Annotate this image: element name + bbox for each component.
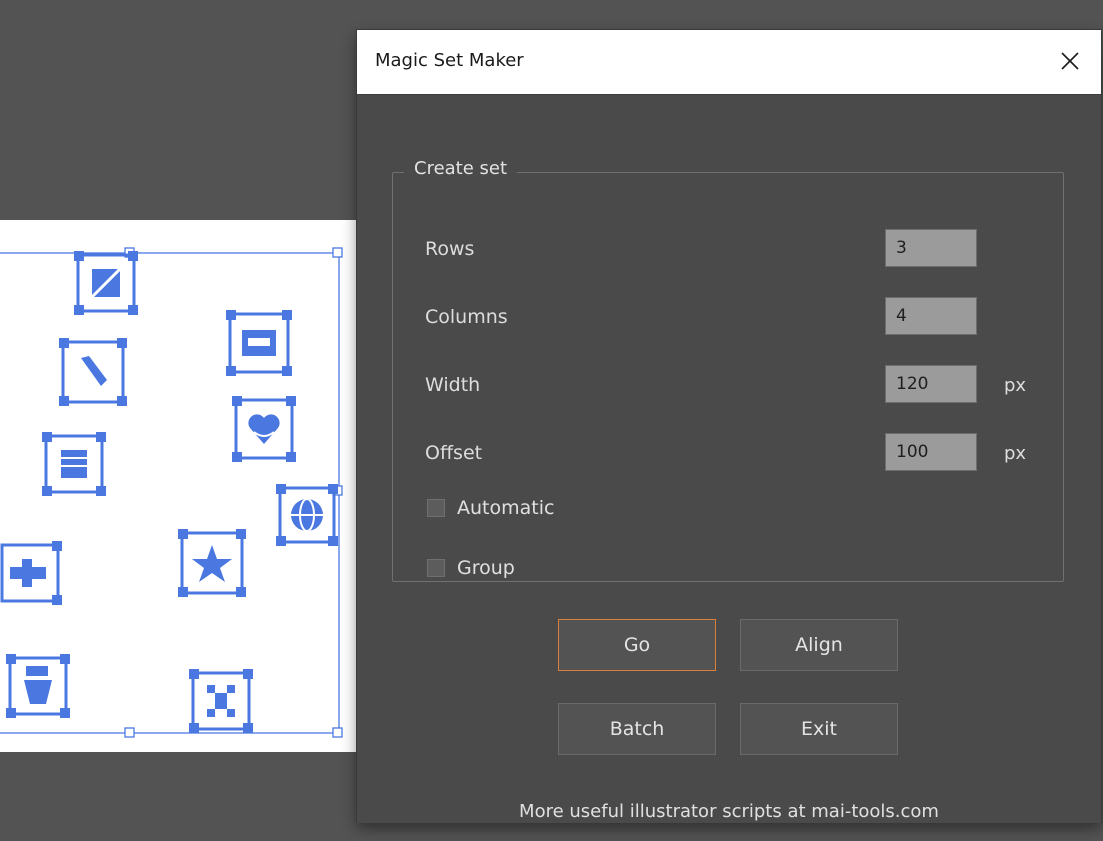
tools-icon: [59, 338, 127, 406]
robot-icon: [6, 654, 70, 718]
columns-label: Columns: [425, 306, 508, 328]
exit-button[interactable]: Exit: [740, 703, 898, 755]
offset-input[interactable]: [885, 433, 977, 471]
drone-icon: [189, 669, 253, 733]
star-icon: [178, 529, 246, 597]
close-button[interactable]: [1051, 42, 1089, 80]
offset-label: Offset: [425, 442, 483, 464]
heart-icon: [232, 396, 296, 462]
dialog-content: Create set Rows Columns Width px Offset …: [357, 94, 1101, 823]
width-unit: px: [1004, 375, 1027, 396]
group-checkbox-box[interactable]: [427, 559, 445, 577]
rows-input[interactable]: [885, 229, 977, 267]
x-box-icon: [74, 251, 138, 315]
automatic-checkbox-label: Automatic: [457, 497, 555, 519]
selection-handle-top-right: [332, 247, 343, 258]
dialog-title: Magic Set Maker: [375, 50, 524, 71]
magic-set-maker-dialog: Magic Set Maker Create set Rows Columns …: [357, 30, 1101, 823]
batch-button[interactable]: Batch: [558, 703, 716, 755]
create-set-panel-title: Create set: [404, 158, 518, 179]
width-label: Width: [425, 374, 481, 396]
go-button[interactable]: Go: [558, 619, 716, 671]
artboard[interactable]: [0, 220, 372, 752]
footer-credit: More useful illustrator scripts at mai-t…: [519, 801, 939, 822]
rows-label: Rows: [425, 238, 475, 260]
selection-handle-bottom: [124, 727, 135, 738]
printer-icon: [226, 310, 292, 376]
automatic-checkbox-box[interactable]: [427, 499, 445, 517]
book-icon: [42, 432, 106, 496]
globe-icon: [276, 484, 338, 546]
automatic-checkbox[interactable]: Automatic: [427, 497, 554, 519]
selection-handle-bottom-right: [332, 727, 343, 738]
offset-unit: px: [1004, 443, 1027, 464]
close-icon: [1061, 52, 1079, 70]
width-input[interactable]: [885, 365, 977, 403]
align-button[interactable]: Align: [740, 619, 898, 671]
group-checkbox[interactable]: Group: [427, 557, 515, 579]
group-checkbox-label: Group: [457, 557, 515, 579]
columns-input[interactable]: [885, 297, 977, 335]
artboard-canvas: [0, 247, 343, 738]
plug-icon: [0, 541, 62, 605]
dialog-titlebar[interactable]: Magic Set Maker: [357, 30, 1101, 94]
